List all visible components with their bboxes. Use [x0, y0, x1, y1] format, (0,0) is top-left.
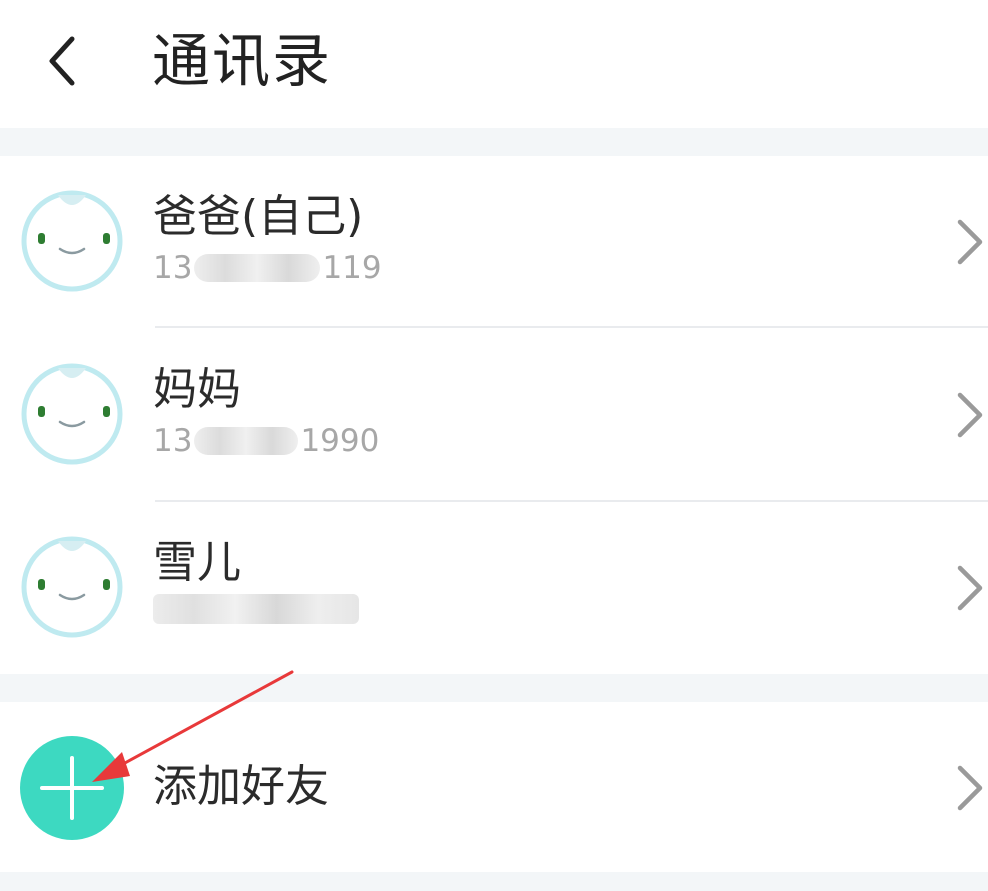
contact-row-xueer[interactable]: 雪儿 — [0, 502, 988, 674]
contact-name: 妈妈 — [153, 364, 241, 415]
chevron-right-icon — [957, 565, 983, 611]
contact-row-mom[interactable]: 妈妈 13 1990 — [0, 329, 988, 501]
smiley-avatar-icon — [21, 363, 123, 465]
contact-name: 雪儿 — [153, 537, 241, 588]
app-header: 通讯录 — [0, 0, 988, 128]
add-friend-label: 添加好友 — [153, 761, 329, 812]
divider — [155, 326, 988, 328]
phone-mask — [194, 254, 321, 282]
chevron-right-icon — [957, 765, 983, 811]
contact-phone: 13 1990 — [153, 421, 379, 461]
contact-phone — [153, 594, 359, 624]
smiley-avatar-icon — [21, 536, 123, 638]
contact-row-dad[interactable]: 爸爸(自己) 13 119 — [0, 156, 988, 328]
smiley-avatar-icon — [21, 190, 123, 292]
phone-prefix: 13 — [153, 250, 193, 286]
contact-name: 爸爸(自己) — [153, 191, 364, 242]
chevron-left-icon — [49, 36, 75, 86]
phone-suffix: 1990 — [300, 423, 380, 459]
phone-mask — [194, 427, 299, 455]
add-friend-button[interactable]: 添加好友 — [0, 702, 988, 872]
page-title: 通讯录 — [152, 27, 333, 95]
contact-list: 爸爸(自己) 13 119 妈妈 13 1990 雪儿 — [0, 156, 988, 674]
back-button[interactable] — [30, 26, 94, 96]
chevron-right-icon — [957, 219, 983, 265]
phone-prefix: 13 — [153, 423, 193, 459]
chevron-right-icon — [957, 392, 983, 438]
plus-icon — [40, 756, 104, 820]
phone-mask — [153, 594, 359, 624]
contact-phone: 13 119 — [153, 248, 382, 288]
add-friend-icon-circle — [20, 736, 124, 840]
phone-suffix: 119 — [322, 250, 382, 286]
